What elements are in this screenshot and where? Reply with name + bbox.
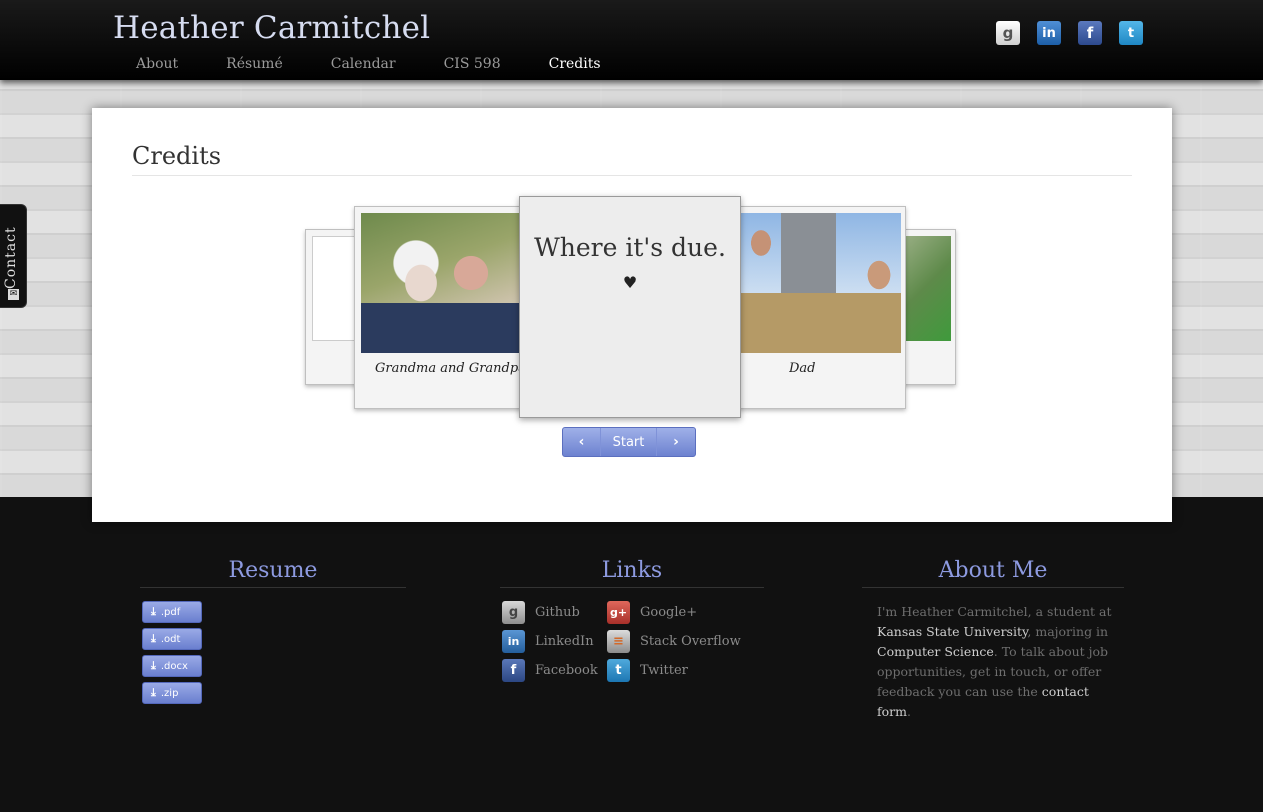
- about-text-1: I'm Heather Carmitchel, a student at: [877, 604, 1112, 619]
- footer-about-heading: About Me: [862, 558, 1124, 588]
- title-divider: [132, 175, 1132, 176]
- download-odt-button[interactable]: ⤓ .odt: [142, 628, 202, 650]
- footer-links-heading: Links: [500, 558, 764, 588]
- footer-link-twitter[interactable]: t Twitter: [607, 659, 688, 682]
- download-pdf-button[interactable]: ⤓ .pdf: [142, 601, 202, 623]
- download-pdf-label: .pdf: [160, 606, 181, 618]
- footer-link-twitter-label: Twitter: [640, 663, 688, 678]
- facebook-icon: f: [502, 659, 525, 682]
- footer-link-github[interactable]: g Github: [502, 601, 580, 624]
- site-title[interactable]: Heather Carmitchel: [113, 10, 430, 46]
- footer-link-googleplus-label: Google+: [640, 605, 698, 620]
- download-icon: ⤓: [151, 659, 156, 672]
- mail-icon: ✉: [8, 289, 19, 300]
- download-docx-button[interactable]: ⤓ .docx: [142, 655, 202, 677]
- heart-icon: ♥: [622, 273, 638, 292]
- nav-calendar[interactable]: Calendar: [331, 56, 396, 72]
- footer-about: About Me: [862, 558, 1124, 588]
- footer-resume-heading: Resume: [140, 558, 406, 588]
- page-title: Credits: [132, 142, 222, 170]
- twitter-icon[interactable]: t: [1119, 21, 1143, 45]
- link-computer-science[interactable]: Computer Science: [877, 644, 994, 659]
- contact-tab-label: Contact: [3, 226, 19, 289]
- carousel-controls: ‹ Start ›: [562, 427, 696, 457]
- google-plus-icon: g+: [607, 601, 630, 624]
- footer-link-stackoverflow[interactable]: ≡ Stack Overflow: [607, 630, 741, 653]
- footer-link-googleplus[interactable]: g+ Google+: [607, 601, 697, 624]
- nav-about[interactable]: About: [136, 56, 178, 72]
- footer-link-github-label: Github: [535, 605, 580, 620]
- linkedin-icon: in: [502, 630, 525, 653]
- carousel-card-right[interactable]: Dad: [738, 206, 906, 409]
- carousel-center-title: Where it's due.: [534, 233, 726, 262]
- carousel-card-left[interactable]: Grandma and Grandpa: [354, 206, 522, 409]
- footer-link-facebook-label: Facebook: [535, 663, 598, 678]
- carousel-start-button[interactable]: Start: [601, 428, 657, 456]
- nav-cis598[interactable]: CIS 598: [444, 56, 501, 72]
- footer-link-linkedin[interactable]: in LinkedIn: [502, 630, 594, 653]
- stack-overflow-icon: ≡: [607, 630, 630, 653]
- contact-tab[interactable]: Contact ✉: [0, 204, 27, 308]
- main-content: Credits Grandma and Grandpa Dad Where it…: [92, 108, 1172, 522]
- main-nav: About Résumé Calendar CIS 598 Credits: [136, 56, 649, 72]
- nav-credits[interactable]: Credits: [549, 56, 601, 72]
- carousel-prev-button[interactable]: ‹: [563, 428, 601, 456]
- about-text-4: .: [906, 704, 911, 719]
- linkedin-icon[interactable]: in: [1037, 21, 1061, 45]
- facebook-icon[interactable]: f: [1078, 21, 1102, 45]
- download-zip-button[interactable]: ⤓ .zip: [142, 682, 202, 704]
- carousel-photo-grandparents: [361, 213, 521, 353]
- download-docx-label: .docx: [160, 660, 188, 672]
- download-icon: ⤓: [151, 686, 156, 699]
- footer-link-stackoverflow-label: Stack Overflow: [640, 634, 741, 649]
- carousel-card-center[interactable]: Where it's due. ♥: [519, 196, 741, 418]
- nav-resume[interactable]: Résumé: [226, 56, 283, 72]
- github-icon: g: [502, 601, 525, 624]
- download-icon: ⤓: [151, 632, 156, 645]
- about-text-2: , majoring in: [1027, 624, 1109, 639]
- footer-link-facebook[interactable]: f Facebook: [502, 659, 598, 682]
- carousel-photo-dad: [741, 213, 901, 353]
- download-zip-label: .zip: [160, 687, 179, 699]
- carousel-next-button[interactable]: ›: [657, 428, 695, 456]
- github-icon[interactable]: g: [996, 21, 1020, 45]
- carousel-caption-right: Dad: [789, 361, 816, 376]
- about-me-text: I'm Heather Carmitchel, a student at Kan…: [877, 602, 1117, 722]
- social-links-header: g in f t: [996, 21, 1143, 45]
- download-odt-label: .odt: [160, 633, 181, 645]
- download-icon: ⤓: [151, 605, 156, 618]
- twitter-icon: t: [607, 659, 630, 682]
- link-kansas-state[interactable]: Kansas State University: [877, 624, 1027, 639]
- footer-link-linkedin-label: LinkedIn: [535, 634, 594, 649]
- footer-resume: Resume: [140, 558, 406, 588]
- site-header: Heather Carmitchel About Résumé Calendar…: [0, 0, 1263, 80]
- carousel-caption-left: Grandma and Grandpa: [375, 361, 521, 376]
- footer-links: Links: [500, 558, 764, 588]
